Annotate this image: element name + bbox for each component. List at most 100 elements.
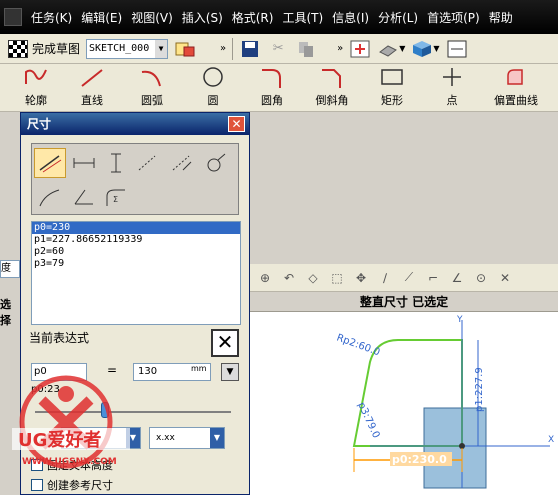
angular-dim-button[interactable] xyxy=(68,182,100,212)
inferred-dim-icon xyxy=(39,155,62,173)
tool-line[interactable]: 直线 xyxy=(62,66,122,108)
unit-label: mm xyxy=(191,364,207,373)
sketch-toolbar: 完成草图 SKETCH_000 ▼ » ✂ » ▼ ▼ xyxy=(0,34,558,64)
menu-view[interactable]: 视图(V) xyxy=(131,9,173,26)
menu-insert[interactable]: 插入(S) xyxy=(182,9,223,26)
expression-item-p0[interactable]: p0=230 xyxy=(32,222,240,234)
chevron-down-icon-2: ▼ xyxy=(210,428,224,448)
inferred-dim-button[interactable] xyxy=(34,148,66,178)
tool-fillet[interactable]: 圆角 xyxy=(242,66,302,108)
copy-icon[interactable] xyxy=(295,38,317,60)
tool-point[interactable]: 点 xyxy=(422,66,482,108)
arc-icon xyxy=(141,70,161,87)
sketch-name-select[interactable]: SKETCH_000 ▼ xyxy=(86,38,169,59)
tool-circle[interactable]: 圆 xyxy=(183,66,243,108)
undo-arrow-icon[interactable]: ↶ xyxy=(280,269,298,287)
dropdown-arrow-icon[interactable]: ▼ xyxy=(399,44,405,53)
expression-item-p1[interactable]: p1=227.86652119339 xyxy=(32,234,240,246)
perimeter-dim-button[interactable]: Σ xyxy=(100,182,132,212)
select-body-icon[interactable]: ◇ xyxy=(304,269,322,287)
vertical-dim-icon xyxy=(111,153,121,173)
dim-p1-text[interactable]: p1:227.9 xyxy=(474,367,485,412)
menu-analysis[interactable]: 分析(L) xyxy=(378,9,418,26)
tool-arc[interactable]: 圆弧 xyxy=(122,66,182,108)
tool-offset-curve-label: 偏置曲线 xyxy=(494,94,538,107)
view-cube-icon[interactable] xyxy=(411,38,433,60)
save-icon[interactable] xyxy=(239,38,261,60)
profile-icon xyxy=(25,69,47,84)
perimeter-dim-icon: Σ xyxy=(106,189,125,206)
center-snap-icon[interactable]: ⊙ xyxy=(472,269,490,287)
tool-line-label: 直线 xyxy=(81,94,103,107)
radius-dim-icon xyxy=(39,189,60,207)
overflow-chevron-icon[interactable]: » xyxy=(220,43,226,54)
menu-tools[interactable]: 工具(T) xyxy=(282,9,323,26)
overflow-chevron-icon-2[interactable]: » xyxy=(337,43,343,54)
dimension-style-select[interactable]: x.xx ▼ xyxy=(149,427,225,449)
display-mode-icon[interactable] xyxy=(446,38,468,60)
horizontal-dim-button[interactable] xyxy=(68,148,100,178)
offset-curve-icon xyxy=(507,69,523,85)
render-style-icon[interactable] xyxy=(377,38,399,60)
angular-dim-icon xyxy=(74,189,93,205)
line-snap-icon[interactable]: ∕ xyxy=(376,269,394,287)
endpoint-snap-icon[interactable]: ⌐ xyxy=(424,269,442,287)
tool-fillet-label: 圆角 xyxy=(261,94,283,107)
midpoint-snap-icon[interactable]: ∠ xyxy=(448,269,466,287)
expression-list[interactable]: p0=230 p1=227.86652119339 p2=60 p3=79 xyxy=(31,221,241,325)
circle-icon xyxy=(203,67,223,87)
cut-icon[interactable]: ✂ xyxy=(267,38,289,60)
sketch-orient-icon[interactable] xyxy=(174,38,196,60)
toolbar-separator xyxy=(232,37,234,60)
radius-dim-button[interactable] xyxy=(34,182,66,212)
menu-format[interactable]: 格式(R) xyxy=(232,9,274,26)
snap-point-icon[interactable]: ⊕ xyxy=(256,269,274,287)
intersection-snap-icon[interactable]: ✕ xyxy=(496,269,514,287)
diameter-dim-button[interactable] xyxy=(200,148,232,178)
rectangle-icon xyxy=(381,69,403,85)
parallel-dim-icon xyxy=(138,155,156,171)
tool-arc-label: 圆弧 xyxy=(141,94,163,107)
fit-view-icon[interactable] xyxy=(349,38,371,60)
delete-dimension-button[interactable]: ✕ xyxy=(211,329,239,357)
dim-p0-text[interactable]: p0:230.0 xyxy=(392,453,447,466)
chevron-down-icon: ▼ xyxy=(155,39,168,58)
dim-p2-text[interactable]: Rp2:60.0 xyxy=(335,332,381,358)
expression-item-p2[interactable]: p2=60 xyxy=(32,246,240,258)
diameter-dim-icon xyxy=(207,153,226,172)
tool-profile[interactable]: 轮廓 xyxy=(6,66,66,108)
tool-offset-curve[interactable]: 偏置曲线 xyxy=(486,66,546,108)
point-icon xyxy=(443,68,461,86)
menu-info[interactable]: 信息(I) xyxy=(332,9,369,26)
tool-point-label: 点 xyxy=(446,94,458,107)
dialog-title-bar: 尺寸 ✕ xyxy=(21,113,249,135)
dropdown-arrow-icon-2[interactable]: ▼ xyxy=(433,44,439,53)
dimension-style-value: x.xx xyxy=(156,433,175,443)
menu-help[interactable]: 帮助 xyxy=(489,9,513,26)
tool-circle-label: 圆 xyxy=(207,94,219,107)
line-icon xyxy=(81,69,103,87)
left-select-label: 选择 xyxy=(0,298,11,327)
select-region-icon[interactable]: ⬚ xyxy=(328,269,346,287)
solid-body xyxy=(423,407,487,489)
value-menu-button[interactable]: ▼ xyxy=(221,363,239,381)
parallel-dim-button[interactable] xyxy=(132,148,164,178)
tangent-snap-icon[interactable]: ⟋ xyxy=(400,269,418,287)
move-icon[interactable]: ✥ xyxy=(352,269,370,287)
sketch-name-value: SKETCH_000 xyxy=(89,43,150,54)
tool-chamfer[interactable]: 倒斜角 xyxy=(302,66,362,108)
menu-task[interactable]: 任务(K) xyxy=(31,9,72,26)
finish-sketch-button[interactable]: 完成草图 xyxy=(8,39,80,58)
left-filter-input[interactable]: 度 xyxy=(0,260,20,278)
vertical-dim-button[interactable] xyxy=(100,148,132,178)
graphics-window[interactable]: Y X p0:230.0 p1:227.9 Rp2:60.0 p3:79.0 xyxy=(250,312,558,495)
close-button[interactable]: ✕ xyxy=(228,116,245,132)
dialog-title: 尺寸 xyxy=(27,117,52,131)
menu-edit[interactable]: 编辑(E) xyxy=(81,9,122,26)
tool-rectangle[interactable]: 矩形 xyxy=(362,66,422,108)
perpendicular-dim-button[interactable] xyxy=(166,148,198,178)
menu-preferences[interactable]: 首选项(P) xyxy=(427,9,480,26)
dimension-type-palette: Σ xyxy=(31,143,239,215)
expression-item-p3[interactable]: p3=79 xyxy=(32,258,240,270)
sketch-canvas[interactable]: Y X p0:230.0 p1:227.9 Rp2:60.0 p3:79.0 xyxy=(250,312,558,495)
